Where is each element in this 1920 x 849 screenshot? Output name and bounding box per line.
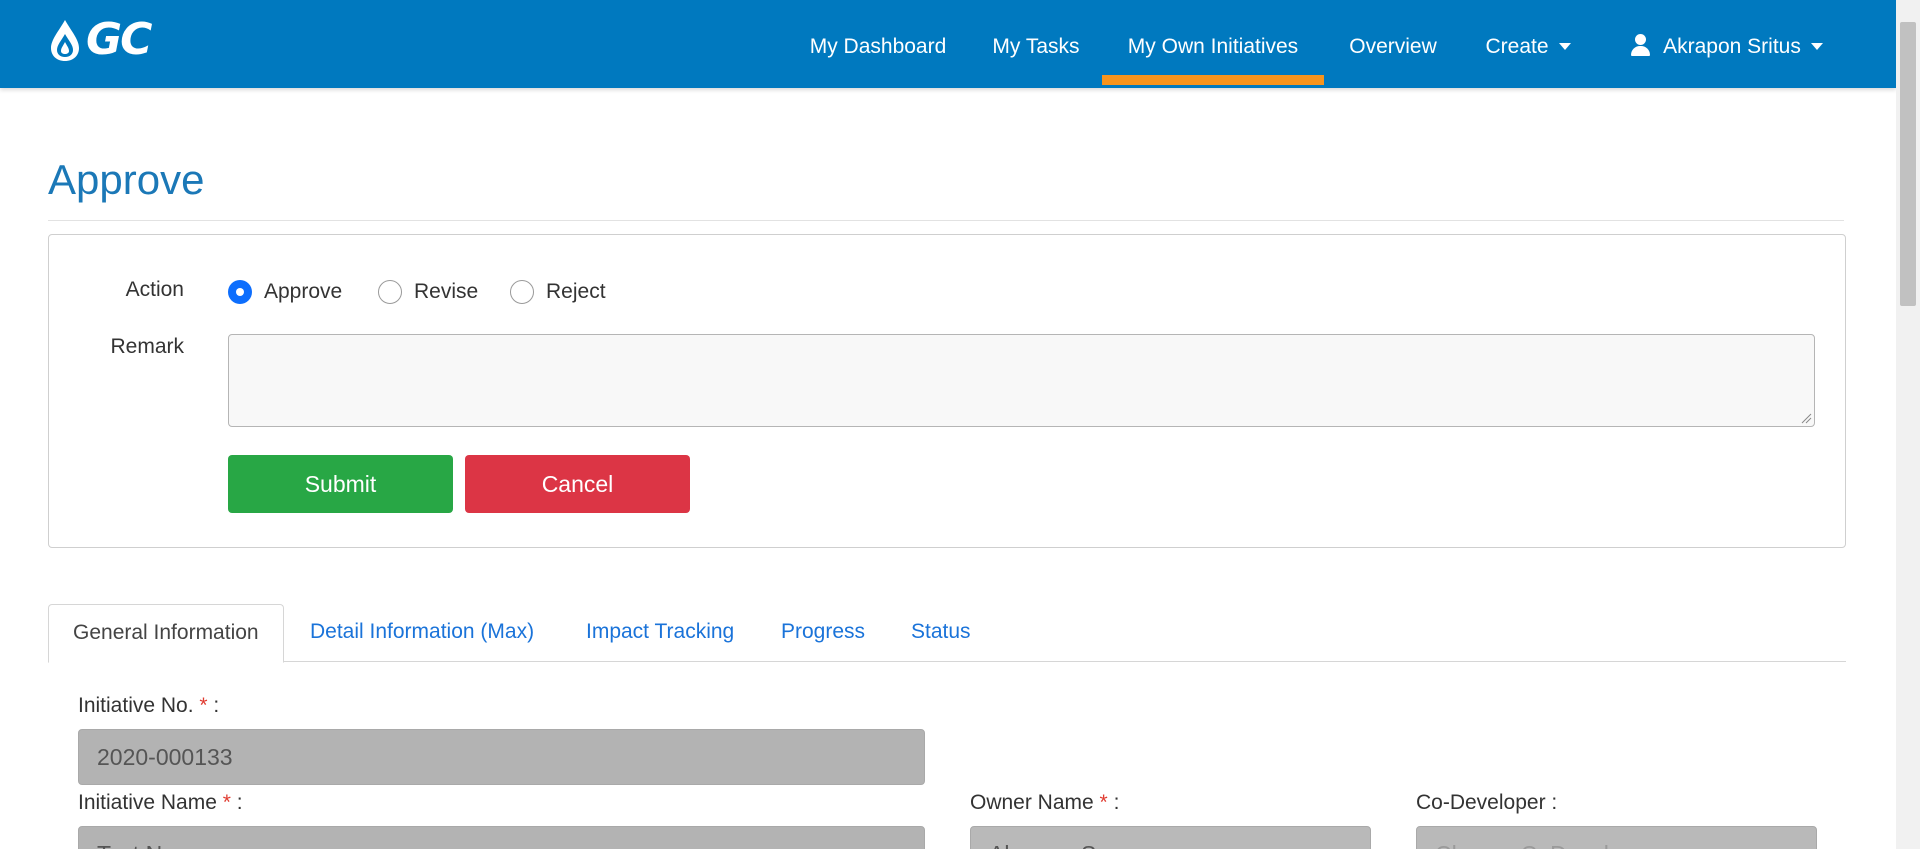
caret-down-icon <box>1558 43 1571 50</box>
select-value: Akrapon S. <box>989 841 1103 849</box>
field-label-text: Initiative No. <box>78 694 194 717</box>
select-placeholder: Choose CoDevelopers <box>1435 841 1666 849</box>
field-label-text: Initiative Name <box>78 791 217 814</box>
owner-name-label: Owner Name * : <box>970 791 1120 814</box>
nav-label: My Own Initiatives <box>1127 35 1299 58</box>
company-logo[interactable]: GC <box>48 18 180 62</box>
top-navbar: GC My Dashboard My Tasks My Own Initiati… <box>0 0 1896 88</box>
resize-grip-icon[interactable] <box>1800 412 1812 424</box>
scrollbar-thumb[interactable] <box>1900 22 1916 306</box>
tab-label: Progress <box>781 620 866 643</box>
nav-overview[interactable]: Overview <box>1340 0 1446 88</box>
co-developer-label: Co-Developer : <box>1416 791 1558 814</box>
logo-text: GC <box>86 14 152 65</box>
radio-button-checked[interactable] <box>228 280 252 304</box>
radio-label: Reject <box>546 280 606 303</box>
caret-down-icon <box>1810 43 1823 50</box>
nav-my-tasks[interactable]: My Tasks <box>984 0 1088 88</box>
radio-label: Approve <box>264 280 343 303</box>
tab-label: Impact Tracking <box>586 620 735 643</box>
page-scrollbar[interactable] <box>1896 0 1920 849</box>
radio-reject[interactable]: Reject <box>510 280 606 304</box>
nav-my-own-initiatives[interactable]: My Own Initiatives <box>1102 0 1324 88</box>
remark-label: Remark <box>110 335 184 358</box>
initiative-name-field[interactable]: Test Name <box>78 826 925 849</box>
user-name: Akrapon Sritus <box>1663 35 1801 58</box>
tab-progress[interactable]: Progress <box>781 604 865 662</box>
radio-label: Revise <box>414 280 479 303</box>
nav-my-dashboard[interactable]: My Dashboard <box>803 0 953 88</box>
radio-button[interactable] <box>378 280 402 304</box>
required-marker: * <box>199 694 208 717</box>
submit-button[interactable]: Submit <box>228 455 453 513</box>
initiative-no-field[interactable]: 2020-000133 <box>78 729 925 785</box>
title-divider <box>48 220 1844 221</box>
tab-impact-tracking[interactable]: Impact Tracking <box>586 604 734 662</box>
nav-create-dropdown[interactable]: Create <box>1478 0 1578 88</box>
required-marker: * <box>222 791 231 814</box>
cancel-button[interactable]: Cancel <box>465 455 690 513</box>
nav-label: My Tasks <box>992 35 1080 58</box>
owner-name-select[interactable]: Akrapon S. <box>970 826 1371 849</box>
radio-approve[interactable]: Approve <box>228 280 342 304</box>
tab-label: Status <box>911 620 971 643</box>
tab-label: Detail Information (Max) <box>310 620 535 643</box>
user-menu[interactable]: Akrapon Sritus <box>1626 0 1826 88</box>
droplet-logo-icon <box>51 20 79 61</box>
required-marker: * <box>1099 791 1108 814</box>
co-developer-select[interactable]: Choose CoDevelopers <box>1416 826 1817 849</box>
initiative-name-label: Initiative Name * : <box>78 791 243 814</box>
tab-status[interactable]: Status <box>911 604 971 662</box>
radio-revise[interactable]: Revise <box>378 280 478 304</box>
initiative-no-label: Initiative No. * : <box>78 694 220 717</box>
page-title: Approve <box>48 156 205 203</box>
user-icon <box>1629 34 1651 56</box>
nav-label: Create <box>1485 35 1549 58</box>
action-label: Action <box>125 278 184 301</box>
info-tabs: General Information Detail Information (… <box>48 604 1846 663</box>
nav-label: Overview <box>1349 35 1437 58</box>
field-label-text: Owner Name <box>970 791 1094 814</box>
tab-detail-information[interactable]: Detail Information (Max) <box>310 604 534 662</box>
tab-general-information[interactable]: General Information <box>48 604 284 663</box>
radio-button[interactable] <box>510 280 534 304</box>
nav-label: My Dashboard <box>809 35 947 58</box>
tab-label: General Information <box>73 621 259 644</box>
remark-textarea[interactable] <box>228 334 1815 427</box>
